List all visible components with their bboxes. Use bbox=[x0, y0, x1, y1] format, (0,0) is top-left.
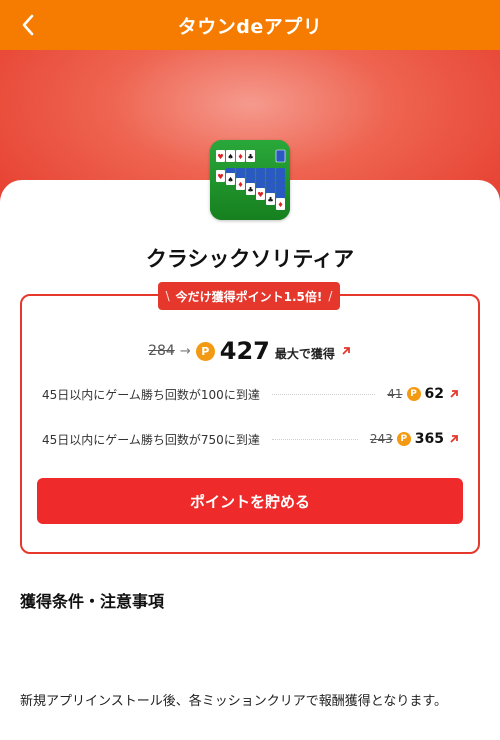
promo-badge-text: 今だけ獲得ポイント1.5倍! bbox=[175, 289, 323, 304]
mission-label: 45日以内にゲーム勝ち回数が100に到達 bbox=[42, 387, 260, 402]
svg-text:♦: ♦ bbox=[237, 153, 243, 161]
new-points: 427 bbox=[219, 337, 270, 365]
mission-new-points: 365 bbox=[414, 431, 444, 447]
point-coin-icon: P bbox=[396, 432, 411, 446]
mission-old-points: 41 bbox=[387, 387, 403, 401]
promo-badge: \ 今だけ獲得ポイント1.5倍! / bbox=[158, 282, 340, 310]
mission-old-points: 243 bbox=[369, 432, 393, 446]
mission-row: 45日以内にゲーム勝ち回数が750に到達 243 P 365 bbox=[42, 429, 460, 449]
svg-text:♥: ♥ bbox=[217, 173, 223, 181]
svg-text:♥: ♥ bbox=[217, 153, 223, 161]
arrow-up-right-icon bbox=[450, 390, 458, 398]
earn-points-button[interactable]: ポイントを貯める bbox=[37, 478, 463, 524]
arrow-right-icon: → bbox=[179, 343, 191, 359]
mission-row: 45日以内にゲーム勝ち回数が100に到達 41 P 62 bbox=[42, 384, 460, 404]
dotted-leader bbox=[271, 438, 358, 440]
svg-text:♣: ♣ bbox=[247, 186, 253, 194]
point-coin-icon: P bbox=[195, 341, 215, 361]
arrow-up-right-icon bbox=[342, 347, 350, 355]
svg-text:♥: ♥ bbox=[257, 191, 263, 199]
svg-text:♣: ♣ bbox=[267, 196, 273, 204]
promo-slash-left: \ bbox=[165, 289, 170, 303]
app-title: クラシックソリティア bbox=[145, 247, 355, 271]
solitaire-app-icon: ♥ ♠ ♦ ♣ ♥ ♠ ♦ ♣ ♥ ♣ ♦ bbox=[210, 140, 290, 220]
point-coin-icon: P bbox=[406, 387, 421, 401]
mission-label: 45日以内にゲーム勝ち回数が750に到達 bbox=[42, 432, 260, 447]
svg-text:♦: ♦ bbox=[277, 201, 283, 209]
app-header: タウンdeアプリ bbox=[0, 0, 500, 50]
max-points-row: 284 → P 427 最大で獲得 bbox=[0, 336, 500, 366]
back-button[interactable] bbox=[14, 11, 42, 39]
conditions-title: 獲得条件・注意事項 bbox=[20, 592, 165, 611]
promo-slash-right: / bbox=[328, 289, 333, 303]
dotted-leader bbox=[271, 393, 376, 395]
max-points-suffix: 最大で獲得 bbox=[274, 346, 335, 361]
svg-text:♠: ♠ bbox=[227, 176, 233, 184]
old-points: 284 bbox=[148, 343, 175, 359]
svg-text:♠: ♠ bbox=[227, 153, 233, 161]
mission-new-points: 62 bbox=[424, 386, 444, 402]
svg-text:♣: ♣ bbox=[247, 153, 253, 161]
arrow-up-right-icon bbox=[450, 435, 458, 443]
svg-text:♦: ♦ bbox=[237, 181, 243, 189]
chevron-left-icon bbox=[22, 14, 34, 36]
header-title: タウンdeアプリ bbox=[177, 15, 323, 38]
